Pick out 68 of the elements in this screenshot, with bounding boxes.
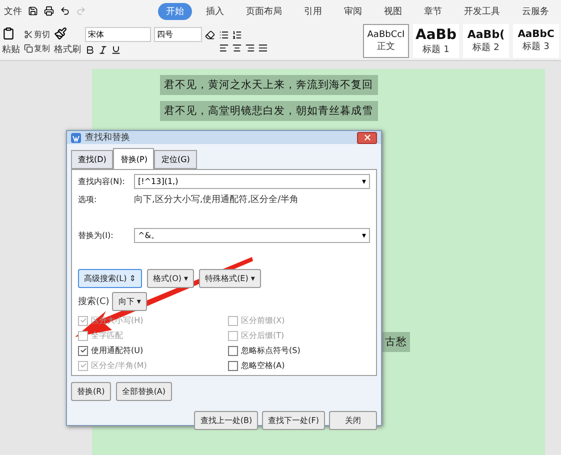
font-field[interactable]: 宋体 — [85, 27, 151, 42]
scissors-icon — [24, 30, 33, 38]
options-text: 向下,区分大小写,使用通配符,区分全/半角 — [134, 194, 299, 206]
check-icon — [80, 347, 86, 354]
checkbox-option[interactable]: 忽略空格(A) — [228, 360, 370, 371]
dialog-button[interactable]: 查找下一处(F) — [262, 411, 325, 430]
numbered-list-icon[interactable] — [232, 30, 242, 40]
dialog-button[interactable]: 格式(O) ▾ — [146, 269, 194, 288]
clipboard-icon[interactable] — [2, 26, 15, 40]
dialog-title: 查找和替换 — [85, 132, 130, 144]
field-label: 替换为(I): — [78, 230, 114, 241]
dialog-tab[interactable]: 定位(G) — [154, 150, 197, 169]
dialog-button[interactable]: 查找上一处(B) — [194, 411, 258, 430]
checkbox-option[interactable]: 忽略标点符号(S) — [228, 345, 370, 356]
style-preset[interactable]: AaBb( 标题 2 — [463, 24, 509, 58]
ribbon-tab[interactable]: 云服务 — [514, 2, 557, 20]
app-icon — [71, 132, 81, 142]
justify-icon[interactable] — [258, 42, 268, 52]
highlighted-text: 君不见，黄河之水天上来，奔流到海不复回 — [160, 75, 378, 95]
size-field[interactable]: 四号 — [154, 27, 202, 42]
dialog-tab[interactable]: 替换(P) — [113, 148, 154, 169]
replace-button[interactable]: 全部替换(A) — [116, 382, 172, 401]
style-preset[interactable]: AaBb 标题 1 — [413, 24, 459, 58]
bold-icon[interactable] — [85, 45, 95, 55]
format-painter-button[interactable]: 格式刷 — [54, 42, 81, 56]
file-menu[interactable]: 文件 — [4, 4, 22, 18]
ribbon-tab[interactable]: 引用 — [296, 2, 330, 20]
ribbon-tab[interactable]: 开发工具 — [456, 2, 508, 20]
style-preset[interactable]: AaBbCcI 正文 — [363, 24, 409, 58]
replace-field[interactable]: ^&。 ▾ — [134, 228, 370, 243]
italic-icon[interactable] — [98, 45, 108, 55]
dialog-button[interactable]: 高级搜索(L) ⇕ — [78, 269, 142, 288]
ribbon-tab[interactable]: 页面布局 — [238, 2, 290, 20]
checkbox-option[interactable]: 使用通配符(U) — [78, 345, 228, 356]
dialog-tab[interactable]: 查找(D) — [71, 150, 114, 169]
find-field[interactable]: [!^13](1,) ▾ — [134, 174, 370, 189]
replace-button[interactable]: 替换(R) — [71, 382, 111, 401]
underline-icon[interactable] — [111, 45, 121, 55]
highlighted-text: 君不见，高堂明镜悲白发，朝如青丝暮成雪 — [160, 101, 378, 121]
align-center-icon[interactable] — [232, 42, 242, 52]
ribbon-tab[interactable]: 章节 — [416, 2, 450, 20]
ribbon-tab[interactable]: 插入 — [198, 2, 232, 20]
field-label: 选项: — [78, 194, 98, 205]
print-icon[interactable] — [44, 6, 54, 16]
undo-icon[interactable] — [60, 6, 70, 16]
bullet-list-icon[interactable] — [219, 30, 229, 40]
dialog-button[interactable]: 特殊格式(E) ▾ — [199, 269, 261, 288]
check-icon — [80, 317, 86, 324]
copy-icon — [24, 44, 33, 52]
copy-button[interactable]: 复制 — [24, 42, 50, 54]
ribbon-tab[interactable]: 审阅 — [336, 2, 370, 20]
field-label: 查找内容(N): — [78, 176, 126, 187]
align-right-icon[interactable] — [245, 42, 255, 52]
dialog-button[interactable]: 关闭 — [329, 411, 377, 430]
close-icon — [362, 133, 372, 142]
direction-dropdown[interactable]: 向下 ▾ — [112, 292, 147, 311]
close-button[interactable] — [357, 132, 377, 144]
save-icon[interactable] — [28, 6, 38, 16]
check-icon — [80, 362, 86, 369]
ribbon-tab[interactable]: 视图 — [376, 2, 410, 20]
cut-button[interactable]: 剪切 — [24, 28, 50, 40]
brush-icon[interactable] — [54, 26, 67, 40]
highlighted-text: 古愁 — [382, 332, 410, 352]
paste-button[interactable]: 粘贴 — [2, 42, 20, 56]
align-left-icon[interactable] — [219, 42, 229, 52]
eraser-icon[interactable] — [205, 30, 215, 40]
field-label: 搜索(C) — [78, 296, 110, 308]
style-preset[interactable]: AaBbC 标题 3 — [513, 24, 559, 58]
